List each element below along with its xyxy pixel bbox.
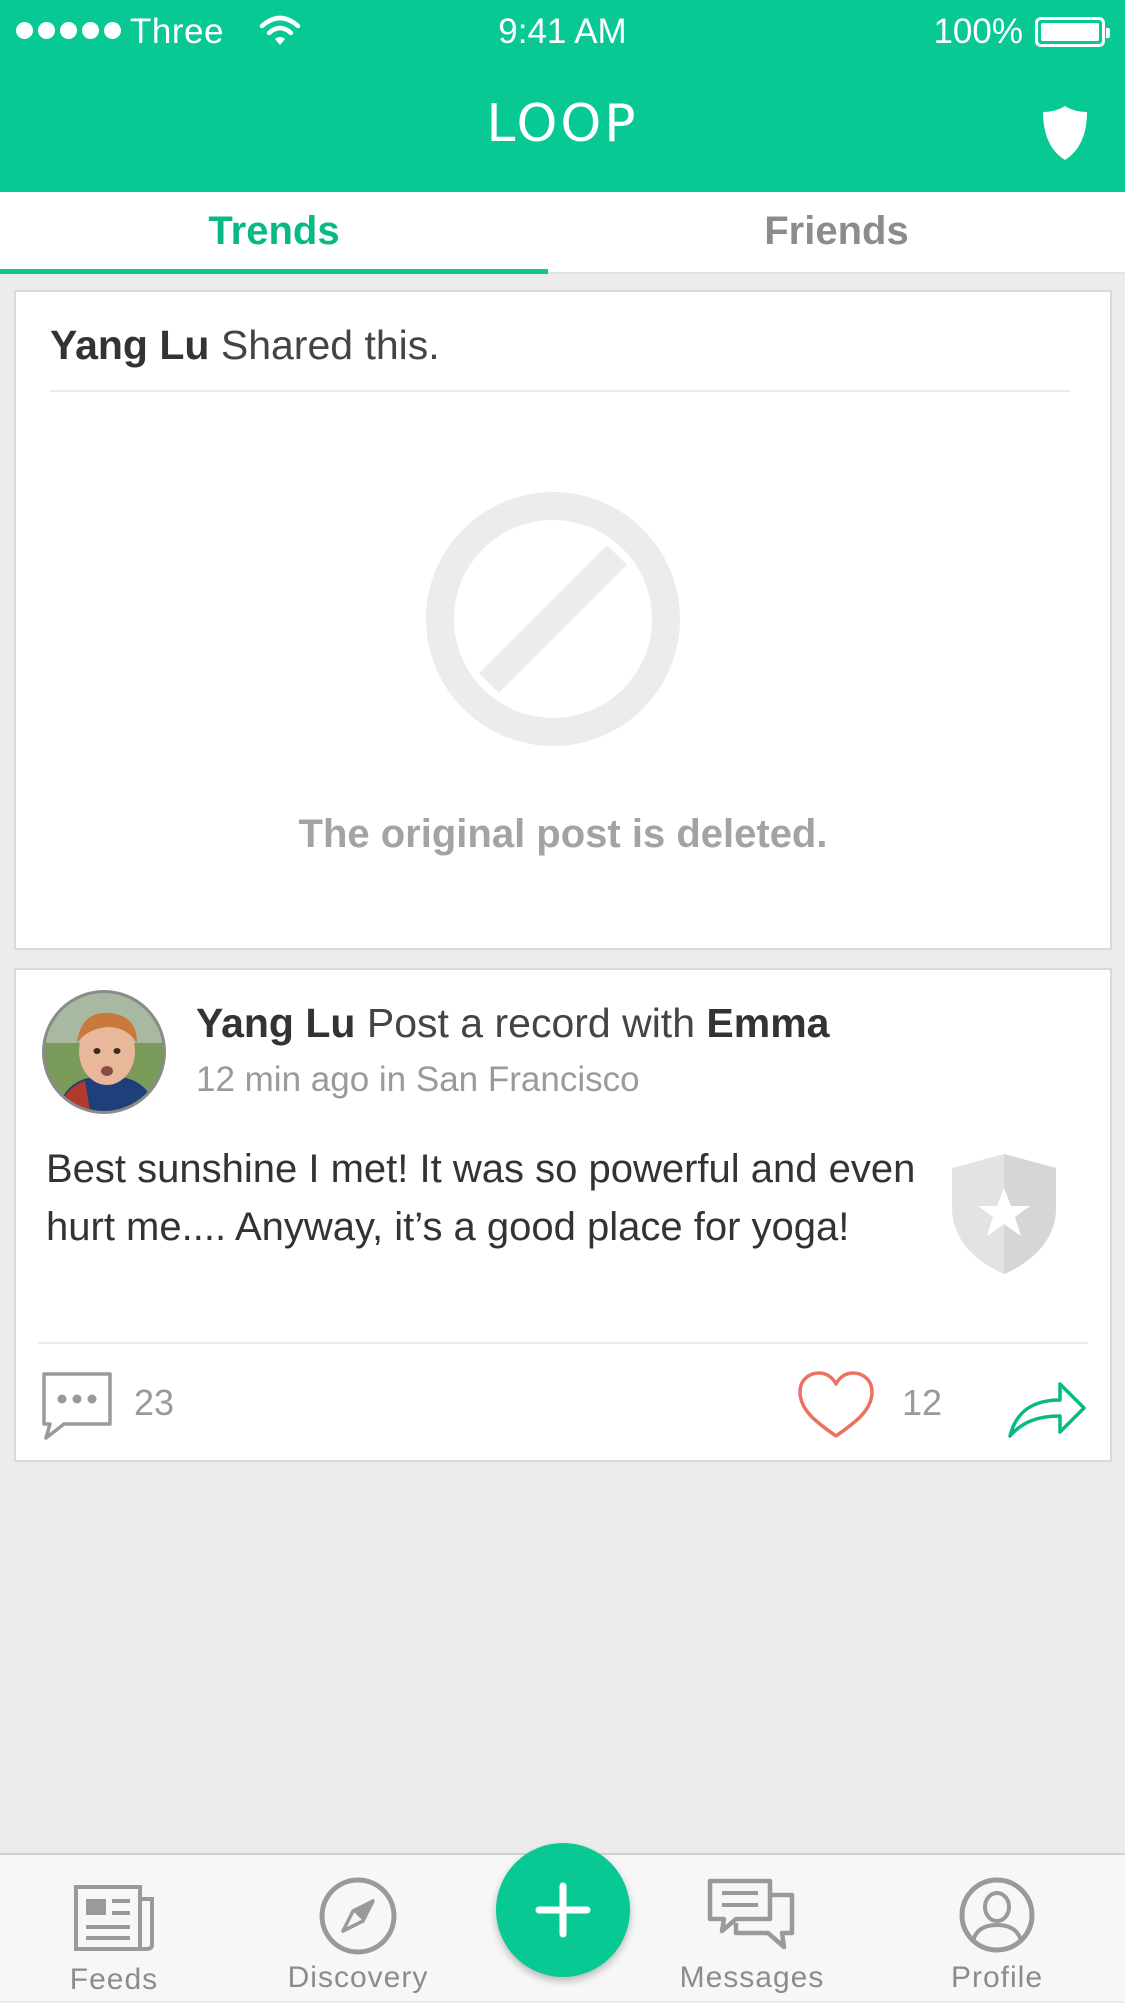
author-name[interactable]: Yang Lu — [196, 1000, 355, 1046]
share-action-text: Shared this. — [209, 322, 440, 368]
nav-discovery[interactable]: Discovery — [270, 1855, 446, 2003]
share-header: Yang Lu Shared this. — [50, 322, 440, 369]
divider — [50, 390, 1070, 392]
nav-feeds[interactable]: Feeds — [34, 1855, 194, 2003]
newspaper-icon — [74, 1885, 154, 1951]
post-action-text: Post a record with — [355, 1000, 707, 1046]
star-shield-icon — [952, 1154, 1056, 1274]
active-tab-indicator — [0, 269, 548, 274]
compass-icon — [319, 1877, 397, 1955]
divider — [38, 1342, 1088, 1344]
post-body: Best sunshine I met! It was so powerful … — [46, 1147, 916, 1249]
post-meta: 12 min ago in San Francisco — [196, 1060, 640, 1099]
post-card[interactable]: Yang Lu Post a record with Emma 12 min a… — [14, 968, 1112, 1462]
nav-label: Discovery — [287, 1961, 429, 1994]
nav-profile[interactable]: Profile — [920, 1855, 1074, 2003]
plus-icon — [535, 1882, 591, 1938]
new-post-button[interactable] — [496, 1843, 630, 1977]
heart-icon[interactable] — [796, 1370, 876, 1442]
nav-messages[interactable]: Messages — [668, 1855, 836, 2003]
comment-count: 23 — [134, 1382, 175, 1423]
avatar-image — [45, 993, 163, 1111]
avatar[interactable] — [42, 990, 166, 1114]
nav-label: Messages — [679, 1961, 825, 1994]
like-count: 12 — [902, 1382, 943, 1423]
tab-trends[interactable]: Trends — [0, 192, 548, 274]
person-icon — [959, 1877, 1035, 1953]
battery-icon — [1035, 17, 1110, 47]
top-bar: Three 9:41 AM 100% LOOP — [0, 0, 1125, 192]
app-title: LOOP — [486, 94, 639, 154]
tagged-friend-name[interactable]: Emma — [706, 1000, 829, 1046]
comment-icon[interactable] — [40, 1370, 114, 1440]
nav-label: Feeds — [69, 1963, 159, 1996]
shared-post-card[interactable]: Yang Lu Shared this. The original post i… — [14, 290, 1112, 950]
battery-percent: 100% — [933, 12, 1023, 51]
deleted-message: The original post is deleted. — [298, 812, 828, 856]
shield-icon[interactable] — [1041, 104, 1089, 162]
status-bar: Three 9:41 AM 100% — [0, 0, 1125, 64]
nav-label: Profile — [950, 1961, 1044, 1994]
share-arrow-icon[interactable] — [1006, 1374, 1088, 1442]
prohibited-icon — [426, 492, 680, 746]
post-header: Yang Lu Post a record with Emma — [196, 1000, 829, 1047]
tab-friends[interactable]: Friends — [548, 192, 1125, 274]
author-name[interactable]: Yang Lu — [50, 322, 209, 368]
tab-bar: Trends Friends — [0, 192, 1125, 274]
chat-bubbles-icon — [707, 1878, 795, 1950]
